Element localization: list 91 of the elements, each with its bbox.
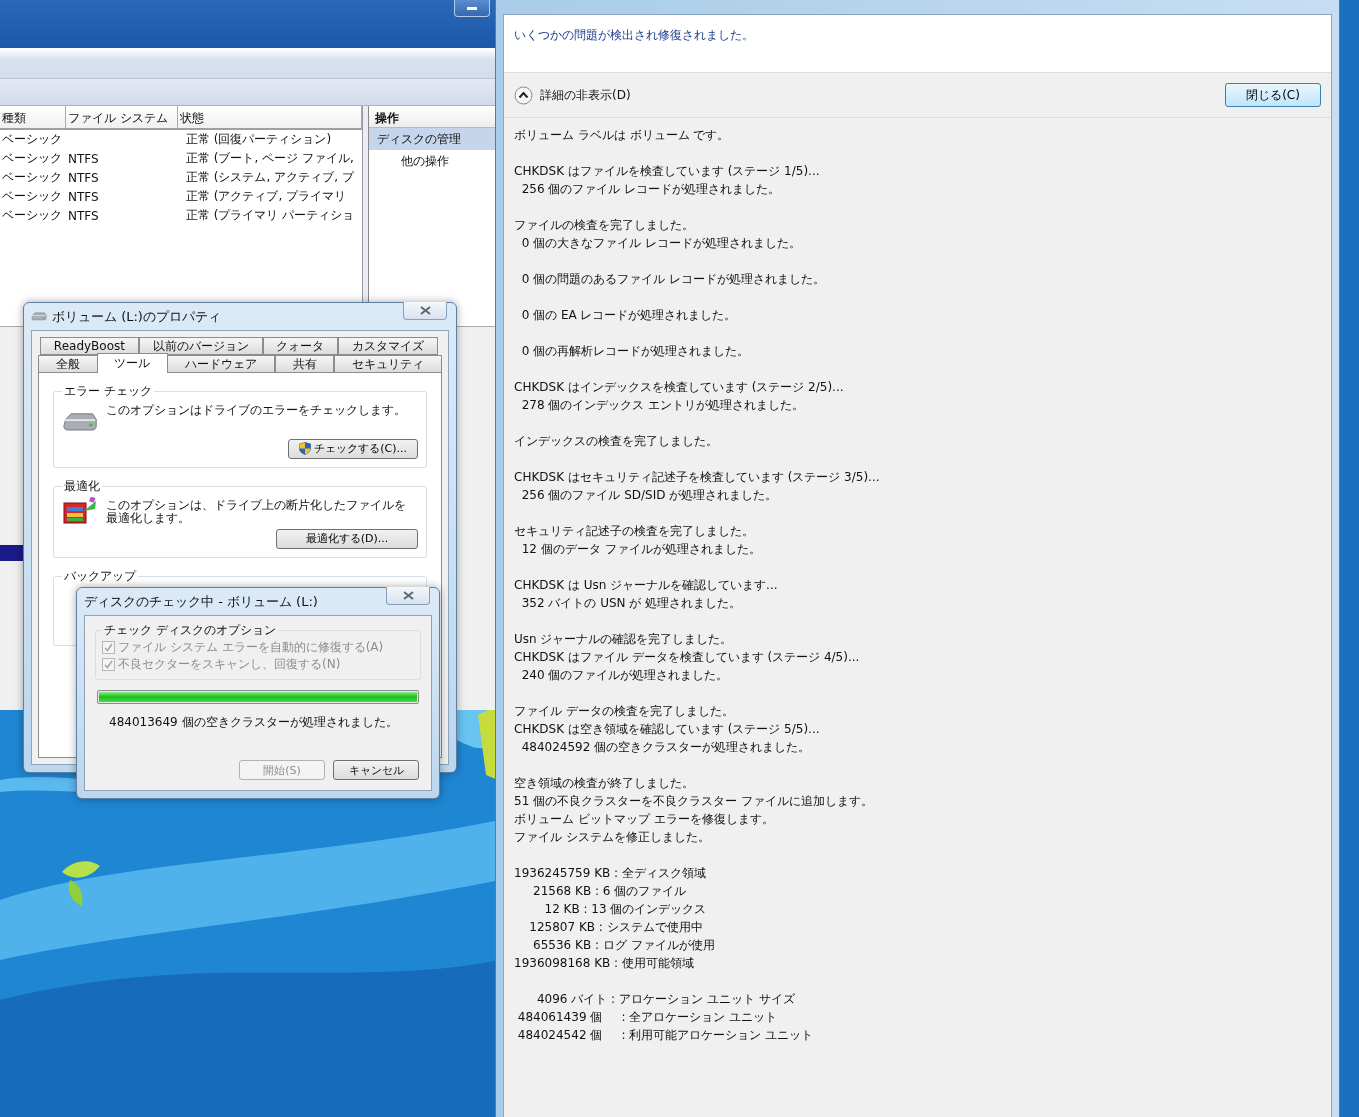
log-line: 278 個のインデックス エントリが処理されました。 bbox=[520, 397, 806, 414]
dialog-button[interactable]: キャンセル bbox=[333, 760, 419, 780]
column-header[interactable]: 状態 bbox=[178, 106, 362, 128]
progress-status: 484013649 個の空きクラスターが処理されました。 bbox=[109, 714, 399, 731]
group-title: チェック ディスクのオプション bbox=[103, 622, 277, 639]
log-line: Usn ジャーナルの確認を完了しました。 bbox=[514, 631, 734, 648]
log-line: 12 個のデータ ファイルが処理されました。 bbox=[520, 541, 762, 558]
log-line: 484024592 個の空きクラスターが処理されました。 bbox=[520, 739, 812, 756]
log-line: CHKDSK はファイルを検査しています (ステージ 1/5)... bbox=[514, 163, 821, 180]
table-cell-text: NTFS bbox=[67, 151, 100, 166]
action-button[interactable]: チェックする(C)... bbox=[288, 438, 418, 459]
log-line: 240 個のファイルが処理されました。 bbox=[520, 667, 730, 684]
table-cell-text: NTFS bbox=[67, 208, 100, 223]
tab[interactable]: 以前のバージョン bbox=[138, 337, 263, 355]
table-cell-text: NTFS bbox=[67, 189, 100, 204]
log-line: 51 個の不良クラスターを不良クラスター ファイルに追加します。 bbox=[514, 793, 874, 810]
action-item[interactable]: ディスクの管理 bbox=[369, 128, 495, 150]
log-line: CHKDSK はセキュリティ記述子を検査しています (ステージ 3/5)... bbox=[514, 469, 881, 486]
action-button[interactable]: 最適化する(D)... bbox=[276, 528, 418, 549]
log-line: 0 個の EA レコードが処理されました。 bbox=[520, 307, 738, 324]
log-line: ファイルの検査を完了しました。 bbox=[514, 217, 695, 234]
details-toggle[interactable]: 詳細の非表示(D) bbox=[514, 85, 631, 105]
dialog-title: ディスクのチェック中 - ボリューム (L:) bbox=[84, 592, 318, 611]
group-title: エラー チェック bbox=[63, 383, 153, 400]
log-line: 256 個のファイル SD/SID が処理されました。 bbox=[520, 487, 779, 504]
log-line: インデックスの検査を完了しました。 bbox=[514, 433, 719, 450]
tab[interactable]: 共有 bbox=[274, 355, 335, 373]
minimize-button[interactable] bbox=[454, 0, 490, 17]
close-button[interactable] bbox=[403, 302, 447, 320]
column-header[interactable]: 種類 bbox=[0, 106, 66, 128]
log-line: 0 個の問題のあるファイル レコードが処理されました。 bbox=[520, 271, 826, 288]
close-icon bbox=[402, 591, 414, 600]
drive-icon bbox=[31, 312, 47, 321]
shield-icon bbox=[299, 442, 312, 456]
table-cell-text: ベーシック bbox=[1, 131, 63, 148]
tab[interactable]: クォータ bbox=[262, 337, 339, 355]
log-line: CHKDSK はインデックスを検査しています (ステージ 2/5)... bbox=[514, 379, 845, 396]
result-message: いくつかの問題が検出され修復されました。 bbox=[514, 28, 754, 42]
log-line: CHKDSK はファイル データを検査しています (ステージ 4/5)... bbox=[514, 649, 861, 666]
log-line: CHKDSK は空き領域を確認しています (ステージ 5/5)... bbox=[514, 721, 821, 738]
log-line: 1936098168 KB : 使用可能領域 bbox=[514, 955, 695, 972]
log-line: 0 個の大きなファイル レコードが処理されました。 bbox=[520, 235, 802, 252]
table-cell-text: 正常 (アクティブ, プライマリ bbox=[185, 188, 348, 205]
minimize-icon bbox=[467, 6, 477, 10]
log-line: ファイル データの検査を完了しました。 bbox=[514, 703, 735, 720]
log-line: ボリューム ラベルは ボリューム です。 bbox=[514, 127, 731, 144]
tab[interactable]: 全般 bbox=[38, 355, 98, 373]
table-cell-text: ベーシック bbox=[1, 169, 63, 186]
log-line: 256 個のファイル レコードが処理されました。 bbox=[520, 181, 782, 198]
log-line: ファイル システムを修正しました。 bbox=[514, 829, 711, 846]
tab[interactable]: ハードウェア bbox=[167, 355, 275, 373]
tab[interactable]: ReadyBoost bbox=[40, 337, 139, 355]
defrag-icon bbox=[62, 496, 98, 525]
drive-icon bbox=[62, 412, 98, 432]
group-description: このオプションはドライブのエラーをチェックします。 bbox=[106, 404, 406, 417]
group-title: バックアップ bbox=[63, 567, 138, 585]
table-cell-text: ベーシック bbox=[1, 188, 63, 205]
table-cell-text: 正常 (プライマリ パーティショ bbox=[185, 207, 356, 224]
close-button[interactable] bbox=[386, 587, 430, 605]
dialog-title: ボリューム (L:)のプロパティ bbox=[52, 307, 221, 326]
log-line: 484061439 個 : 全アロケーション ユニット bbox=[516, 1009, 779, 1026]
group-description: このオプションは、ドライブ上の断片化したファイルを最適化します。 bbox=[106, 498, 406, 525]
log-line: 12 KB : 13 個のインデックス bbox=[543, 901, 708, 918]
log-line: 0 個の再解析レコードが処理されました。 bbox=[520, 343, 751, 360]
table-cell-text: NTFS bbox=[67, 170, 100, 185]
close-icon bbox=[419, 306, 431, 315]
log-line: 484024542 個 : 利用可能アロケーション ユニット bbox=[516, 1027, 815, 1044]
action-item[interactable]: 他の操作 bbox=[369, 150, 495, 172]
tab[interactable]: セキュリティ bbox=[334, 355, 442, 373]
tab[interactable]: カスタマイズ bbox=[338, 337, 438, 355]
log-line: 125807 KB : システムで使用中 bbox=[528, 919, 704, 936]
log-line: 4096 バイト : アロケーション ユニット サイズ bbox=[535, 991, 796, 1008]
table-cell-text: 正常 (ブート, ページ ファイル, bbox=[185, 150, 355, 167]
log-line: CHKDSK は Usn ジャーナルを確認しています... bbox=[514, 577, 779, 594]
log-line: ボリューム ビットマップ エラーを修復します。 bbox=[514, 811, 775, 828]
group-title: 最適化 bbox=[63, 477, 101, 495]
log-line: セキュリティ記述子の検査を完了しました。 bbox=[514, 523, 755, 540]
close-button[interactable]: 閉じる(C) bbox=[1225, 83, 1321, 107]
chevron-up-icon bbox=[514, 85, 533, 105]
table-cell-text: 正常 (回復パーティション) bbox=[185, 131, 333, 148]
table-cell-text: 正常 (システム, アクティブ, プ bbox=[185, 169, 356, 186]
column-header[interactable]: ファイル システム bbox=[66, 106, 178, 128]
log-line: 1936245759 KB : 全ディスク領域 bbox=[514, 865, 707, 882]
log-line: 空き領域の検査が終了しました。 bbox=[514, 775, 695, 792]
log-line: 65536 KB : ログ ファイルが使用 bbox=[532, 937, 716, 954]
disk-bar bbox=[0, 545, 24, 561]
table-cell-text: ベーシック bbox=[1, 150, 63, 167]
tab[interactable]: ツール bbox=[96, 353, 169, 373]
log-line: 352 バイトの USN が 処理されました。 bbox=[520, 595, 743, 612]
log-line: 21568 KB : 6 個のファイル bbox=[532, 883, 688, 900]
table-cell-text: ベーシック bbox=[1, 207, 63, 224]
